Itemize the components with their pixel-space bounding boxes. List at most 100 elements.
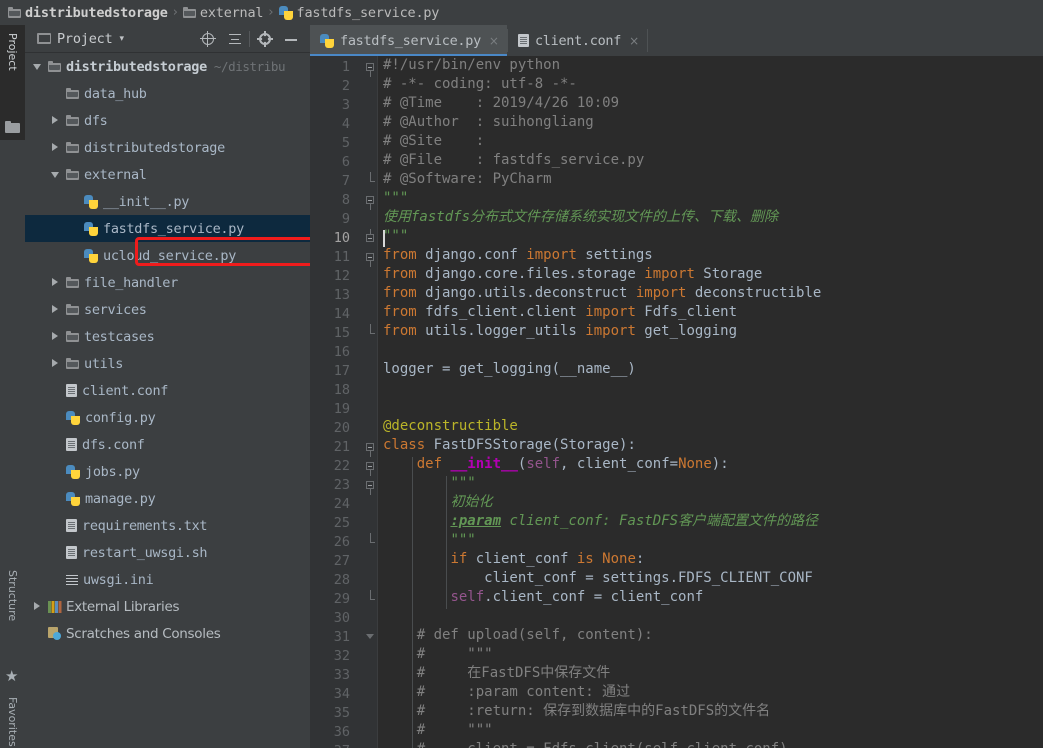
code-line[interactable] xyxy=(378,341,1043,360)
tree-item-requirements-txt[interactable]: requirements.txt xyxy=(25,512,310,539)
code-line[interactable]: client_conf = settings.FDFS_CLIENT_CONF xyxy=(378,569,1043,588)
code-line[interactable]: # """ xyxy=(378,721,1043,740)
code-line[interactable]: if client_conf is None: xyxy=(378,550,1043,569)
code-fold-marker[interactable] xyxy=(366,324,375,343)
code-fold-marker[interactable] xyxy=(366,229,375,248)
code-line[interactable]: # @Time : 2019/4/26 10:09 xyxy=(378,94,1043,113)
code-line[interactable]: from django.utils.deconstruct import dec… xyxy=(378,284,1043,303)
breadcrumb-item-file[interactable]: fastdfs_service.py xyxy=(278,0,439,25)
code-content[interactable]: #!/usr/bin/env python # -*- coding: utf-8… xyxy=(378,56,1043,748)
code-fold-marker[interactable] xyxy=(366,58,375,77)
collapse-all-button[interactable] xyxy=(227,31,243,47)
chevron-down-icon[interactable]: ▾ xyxy=(120,34,125,44)
code-line[interactable]: # client = Fdfs_client(self.client_conf) xyxy=(378,740,1043,748)
code-fold-marker[interactable] xyxy=(366,590,375,609)
code-line[interactable]: # :param content: 通过 xyxy=(378,683,1043,702)
code-line[interactable]: # """ xyxy=(378,645,1043,664)
tree-item-utils[interactable]: utils xyxy=(25,350,310,377)
tree-item-ucloud-service-py[interactable]: ucloud_service.py xyxy=(25,242,310,269)
code-line[interactable]: from fdfs_client.client import Fdfs_clie… xyxy=(378,303,1043,322)
locate-in-tree-button[interactable] xyxy=(200,31,216,47)
code-fold-marker[interactable] xyxy=(366,533,375,552)
code-fold-marker[interactable] xyxy=(366,476,375,495)
code-line[interactable]: def __init__(self, client_conf=None): xyxy=(378,455,1043,474)
collapse-arrow-icon[interactable] xyxy=(33,62,42,71)
tree-item-external-libraries[interactable]: External Libraries xyxy=(25,593,310,620)
tree-item-scratches-and-consoles[interactable]: Scratches and Consoles xyxy=(25,620,310,647)
expand-arrow-icon[interactable] xyxy=(33,602,42,611)
code-line[interactable]: """ xyxy=(378,189,1043,208)
tree-item-dfs-conf[interactable]: dfs.conf xyxy=(25,431,310,458)
code-line[interactable]: 使用fastdfs分布式文件存储系统实现文件的上传、下载、删除 xyxy=(378,208,1043,227)
code-line[interactable]: # @Site : xyxy=(378,132,1043,151)
code-line[interactable]: """ xyxy=(378,531,1043,550)
code-line[interactable]: # def upload(self, content): xyxy=(378,626,1043,645)
code-line[interactable]: :param client_conf: FastDFS客户端配置文件的路径 xyxy=(378,512,1043,531)
code-line[interactable]: """ xyxy=(378,474,1043,493)
project-tree[interactable]: distributedstorage ~/distribu data_hub dfs d… xyxy=(25,53,310,748)
code-line[interactable]: # 在FastDFS中保存文件 xyxy=(378,664,1043,683)
tool-button-project[interactable]: Project xyxy=(6,33,19,71)
code-fold-marker[interactable] xyxy=(366,438,375,457)
code-line[interactable]: @deconstructible xyxy=(378,417,1043,436)
tree-item-external[interactable]: external xyxy=(25,161,310,188)
gear-icon[interactable] xyxy=(257,31,273,47)
tree-item-fastdfs-service-py[interactable]: fastdfs_service.py xyxy=(25,215,310,242)
code-line[interactable]: # @Author : suihongliang xyxy=(378,113,1043,132)
collapse-arrow-icon[interactable] xyxy=(51,170,60,179)
code-line[interactable]: # @File : fastdfs_service.py xyxy=(378,151,1043,170)
tree-item-file-handler[interactable]: file_handler xyxy=(25,269,310,296)
expand-arrow-icon[interactable] xyxy=(51,116,60,125)
hide-panel-button[interactable] xyxy=(283,31,299,47)
tab-client-conf[interactable]: client.conf × xyxy=(508,25,647,56)
tree-item-dfs[interactable]: dfs xyxy=(25,107,310,134)
tree-item-data-hub[interactable]: data_hub xyxy=(25,80,310,107)
tree-item-restart-uwsgi-sh[interactable]: restart_uwsgi.sh xyxy=(25,539,310,566)
code-editor[interactable]: 1 2 3 4 5 6 7 8 9 10 11 12 13 14 15 16 17 18 19 20 21 22 23 24 2… xyxy=(310,56,1043,748)
expand-arrow-icon[interactable] xyxy=(51,332,60,341)
close-icon[interactable]: × xyxy=(629,34,639,48)
tree-item-distributedstorage[interactable]: distributedstorage xyxy=(25,134,310,161)
code-line[interactable]: #!/usr/bin/env python xyxy=(378,56,1043,75)
code-line[interactable]: class FastDFSStorage(Storage): xyxy=(378,436,1043,455)
code-fold-marker[interactable] xyxy=(366,628,375,647)
code-line[interactable] xyxy=(378,398,1043,417)
code-line[interactable]: from utils.logger_utils import get_loggi… xyxy=(378,322,1043,341)
tree-item-config-py[interactable]: config.py xyxy=(25,404,310,431)
code-line[interactable] xyxy=(378,607,1043,626)
tree-item--init-py[interactable]: __init__.py xyxy=(25,188,310,215)
expand-arrow-icon[interactable] xyxy=(51,305,60,314)
code-line[interactable]: # :return: 保存到数据库中的FastDFS的文件名 xyxy=(378,702,1043,721)
code-line[interactable]: self.client_conf = client_conf xyxy=(378,588,1043,607)
tree-item-testcases[interactable]: testcases xyxy=(25,323,310,350)
tree-item-uwsgi-ini[interactable]: uwsgi.ini xyxy=(25,566,310,593)
expand-arrow-icon[interactable] xyxy=(51,278,60,287)
expand-arrow-icon[interactable] xyxy=(51,143,60,152)
tree-item-manage-py[interactable]: manage.py xyxy=(25,485,310,512)
code-fold-marker[interactable] xyxy=(366,248,375,267)
code-line[interactable]: # -*- coding: utf-8 -*- xyxy=(378,75,1043,94)
tree-item-jobs-py[interactable]: jobs.py xyxy=(25,458,310,485)
code-line[interactable]: # @Software: PyCharm xyxy=(378,170,1043,189)
tree-item-services[interactable]: services xyxy=(25,296,310,323)
tree-item-distributedstorage[interactable]: distributedstorage ~/distribu xyxy=(25,53,310,80)
tool-button-favorites[interactable]: Favorites xyxy=(6,697,19,747)
editor-gutter[interactable]: 1 2 3 4 5 6 7 8 9 10 11 12 13 14 15 16 17 18 19 20 21 22 23 24 2… xyxy=(310,56,378,748)
breadcrumb-item-external[interactable]: external xyxy=(182,0,264,25)
tool-button-structure[interactable]: Structure xyxy=(6,570,19,621)
code-line[interactable]: from django.conf import settings xyxy=(378,246,1043,265)
code-line[interactable]: 初始化 xyxy=(378,493,1043,512)
expand-arrow-icon[interactable] xyxy=(51,359,60,368)
code-line[interactable]: """ xyxy=(378,227,1043,246)
tree-item-client-conf[interactable]: client.conf xyxy=(25,377,310,404)
code-fold-marker[interactable] xyxy=(366,172,375,191)
close-icon[interactable]: × xyxy=(489,34,499,48)
code-fold-marker[interactable] xyxy=(366,191,375,210)
code-line[interactable]: from django.core.files.storage import St… xyxy=(378,265,1043,284)
breadcrumb-item-project[interactable]: distributedstorage xyxy=(8,0,168,25)
code-line[interactable] xyxy=(378,379,1043,398)
code-fold-marker[interactable] xyxy=(366,457,375,476)
tab-fastdfs-service-py[interactable]: fastdfs_service.py × xyxy=(310,25,507,56)
code-line[interactable]: logger = get_logging(__name__) xyxy=(378,360,1043,379)
